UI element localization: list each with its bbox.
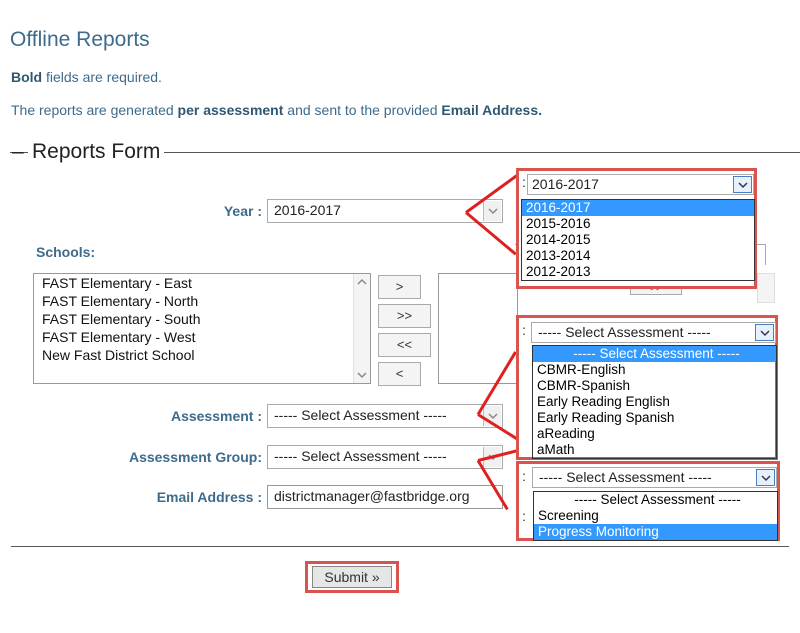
year-dropdown-value: 2016-2017 [532, 176, 599, 192]
option-item[interactable]: ----- Select Assessment ----- [533, 346, 776, 362]
assessment-group-label: Assessment Group: [128, 449, 262, 465]
generated-note-bold2: Email Address. [441, 102, 543, 118]
generated-note-bold1: per assessment [177, 102, 284, 118]
assessment-select-value: ----- Select Assessment ----- [274, 407, 447, 423]
option-item[interactable]: 2014-2015 [522, 232, 754, 248]
option-item[interactable]: Screening [534, 508, 777, 524]
schools-listbox[interactable]: FAST Elementary - East FAST Elementary -… [33, 273, 371, 384]
assessment-dropdown-field[interactable]: ----- Select Assessment ----- [531, 322, 776, 343]
group-dropdown-field[interactable]: ----- Select Assessment ----- [532, 467, 777, 488]
list-item[interactable]: FAST Elementary - South [34, 310, 370, 328]
generated-note-part1: The reports are generated [11, 102, 178, 118]
generated-note-part2: and sent to the provided [283, 102, 442, 118]
popup-colon: : [522, 508, 526, 524]
form-divider [11, 546, 789, 547]
submit-button[interactable]: Submit » [312, 566, 392, 588]
option-item[interactable]: aReading [533, 426, 776, 442]
list-item[interactable]: FAST Elementary - North [34, 292, 370, 310]
option-item[interactable]: Early Reading English [533, 394, 776, 410]
right-scrollbar[interactable] [757, 273, 775, 303]
assessment-dropdown-value: ----- Select Assessment ----- [538, 324, 711, 340]
option-item[interactable]: 2016-2017 [522, 200, 754, 216]
chevron-down-icon [756, 469, 775, 486]
assessment-group-select-value: ----- Select Assessment ----- [274, 448, 447, 464]
chevron-down-icon [483, 201, 501, 221]
schools-label: Schools: [36, 244, 96, 260]
page-title: Offline Reports [10, 28, 150, 51]
generated-note: The reports are generated per assessment… [11, 102, 542, 118]
popup-colon: : [522, 322, 526, 338]
year-select-value: 2016-2017 [274, 202, 341, 218]
option-item[interactable]: CBMR-Spanish [533, 378, 776, 394]
list-item[interactable]: FAST Elementary - East [34, 274, 370, 292]
assessment-dropdown-popup: : ----- Select Assessment ----- ----- Se… [516, 315, 778, 460]
popup-colon: : [522, 468, 526, 484]
schools-scrollbar[interactable] [353, 274, 370, 383]
chevron-down-icon [755, 324, 774, 341]
legend-dash: – [12, 140, 24, 163]
option-item[interactable]: 2012-2013 [522, 264, 754, 280]
remove-all-schools-button[interactable]: << [378, 333, 431, 357]
year-dropdown-field[interactable]: 2016-2017 [527, 174, 754, 195]
group-dropdown-popup: : ----- Select Assessment ----- ----- Se… [516, 461, 780, 541]
scroll-up-icon [357, 278, 367, 285]
email-label: Email Address : [156, 489, 262, 505]
group-dropdown-value: ----- Select Assessment ----- [539, 469, 712, 485]
add-all-schools-button[interactable]: >> [378, 304, 431, 328]
option-item[interactable]: Progress Monitoring [534, 524, 777, 540]
list-item[interactable]: FAST Elementary - West [34, 328, 370, 346]
assessment-label: Assessment : [170, 408, 262, 424]
option-item[interactable]: aMath [533, 442, 776, 458]
option-item[interactable]: 2015-2016 [522, 216, 754, 232]
assessment-select[interactable]: ----- Select Assessment ----- [267, 404, 503, 428]
popup-colon: : [522, 174, 526, 190]
add-school-button[interactable]: > [378, 275, 421, 299]
option-item[interactable]: ----- Select Assessment ----- [534, 492, 777, 508]
group-options-list: ----- Select Assessment ----- Screening … [533, 491, 778, 541]
option-item[interactable]: Early Reading Spanish [533, 410, 776, 426]
option-item[interactable]: 2013-2014 [522, 248, 754, 264]
scroll-down-icon [357, 372, 367, 379]
required-note-bold: Bold [11, 69, 43, 85]
option-item[interactable]: CBMR-English [533, 362, 776, 378]
chevron-down-icon [733, 176, 752, 193]
year-label: Year : [223, 203, 262, 219]
assessment-options-list: ----- Select Assessment ----- CBMR-Engli… [532, 345, 777, 459]
required-note: Bold fields are required. [11, 69, 162, 85]
assessment-group-select[interactable]: ----- Select Assessment ----- [267, 445, 503, 469]
remove-school-button[interactable]: < [378, 362, 421, 386]
email-field[interactable]: districtmanager@fastbridge.org [267, 485, 503, 509]
year-options-list: 2016-2017 2015-2016 2014-2015 2013-2014 … [521, 199, 755, 281]
required-note-text: fields are required. [42, 69, 162, 85]
list-item[interactable]: New Fast District School [34, 346, 370, 364]
year-dropdown-popup: : 2016-2017 2016-2017 2015-2016 2014-201… [516, 168, 757, 289]
fieldset-legend: Reports Form [28, 140, 165, 164]
